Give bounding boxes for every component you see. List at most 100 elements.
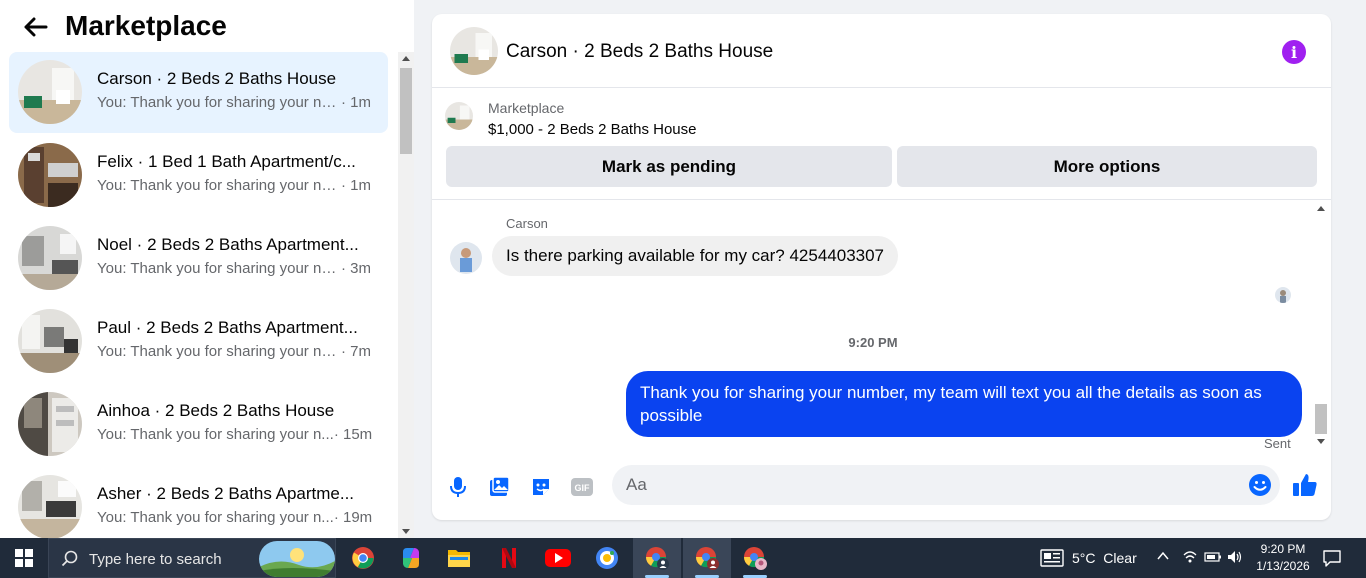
conversation-name: Paul · 2 Beds 2 Baths Apartment... [97,318,358,337]
listing-avatar [18,143,82,207]
preview-text: You: Thank you for sharing your nu... [97,94,341,111]
chat-panel: Carson · 2 Beds 2 Baths House i Marketpl… [432,14,1331,520]
preview-text: You: Thank you for sharing your nu... [97,343,341,360]
news-icon [1040,549,1064,567]
message-input-container [612,465,1280,505]
listing-avatar [18,60,82,124]
scrollbar-thumb[interactable] [400,68,412,154]
conversation-item-ainhoa[interactable]: Ainhoa · 2 Beds 2 Baths House You: Thank… [9,384,388,465]
preview-text: You: Thank you for sharing your nu... [97,177,341,194]
conversation-name: Carson · 2 Beds 2 Baths House [97,69,337,88]
conversation-preview: You: Thank you for sharing your nu... · 1… [97,177,371,194]
outgoing-message-bubble[interactable]: Thank you for sharing your number, my te… [626,371,1302,437]
image-icon[interactable] [486,474,512,500]
conversation-preview: You: Thank you for sharing your nu... · 3… [97,260,371,277]
arrow-left-icon [24,17,48,37]
scroll-up-arrow-icon[interactable] [402,56,410,61]
youtube-icon[interactable] [534,538,582,578]
microphone-icon[interactable] [445,474,471,500]
clock-date: 1/13/2026 [1256,559,1310,573]
wifi-icon[interactable] [1182,549,1198,568]
sidebar-header: Marketplace [0,0,414,52]
conversation-name: Ainhoa · 2 Beds 2 Baths House [97,401,335,420]
preview-time: · 3m [341,260,371,277]
more-options-button[interactable]: More options [897,146,1317,187]
netflix-icon[interactable] [485,538,533,578]
read-receipt-avatar [1275,287,1291,303]
listing-avatar [18,309,82,373]
message-input[interactable] [626,465,1226,505]
sender-name: Carson [506,216,548,231]
svg-text:GIF: GIF [575,483,591,493]
preview-time: · 7m [341,343,371,360]
copilot-icon[interactable] [387,538,435,578]
preview-time: · 1m [341,94,371,111]
listing-label: Marketplace [488,100,565,116]
listing-thumbnail[interactable] [445,102,473,130]
chrome-icon[interactable] [339,538,387,578]
emoji-icon[interactable] [1248,473,1272,497]
preview-text: You: Thank you for sharing your n... [97,426,334,443]
notification-icon[interactable] [1322,548,1342,568]
conversation-item-paul[interactable]: Paul · 2 Beds 2 Baths Apartment... You: … [9,301,388,382]
taskbar-search-box[interactable]: Type here to search [48,538,336,578]
conversation-name: Noel · 2 Beds 2 Baths Apartment... [97,235,359,254]
chrome-profile-1-icon[interactable] [633,538,681,578]
incoming-message-bubble[interactable]: Is there parking available for my car? 4… [492,236,899,276]
conversation-name: Felix · 1 Bed 1 Bath Apartment/c... [97,152,356,171]
preview-time: · 15m [333,426,373,443]
listing-description[interactable]: $1,000 - 2 Beds 2 Baths House [488,121,696,138]
conversation-list: Carson · 2 Beds 2 Baths House You: Thank… [0,52,398,538]
search-placeholder: Type here to search [89,551,222,568]
back-button[interactable] [22,12,50,42]
info-icon[interactable]: i [1282,40,1306,64]
chat-listing-avatar[interactable] [450,27,498,75]
search-highlight-image[interactable] [259,541,335,577]
chat-header: Carson · 2 Beds 2 Baths House i [432,14,1331,88]
google-lens-icon[interactable] [583,538,631,578]
scrollbar-thumb[interactable] [1315,404,1327,434]
conversation-item-noel[interactable]: Noel · 2 Beds 2 Baths Apartment... You: … [9,218,388,299]
volume-icon[interactable] [1226,549,1244,568]
conversation-preview: You: Thank you for sharing your n...· 15… [97,426,372,443]
gif-icon[interactable]: GIF [569,474,595,500]
sent-status: Sent [1264,436,1291,451]
sidebar-title: Marketplace [65,10,227,41]
system-clock[interactable]: 9:20 PM 1/13/2026 [1250,541,1316,575]
chevron-up-icon[interactable] [1156,549,1170,566]
conversation-preview: You: Thank you for sharing your n...· 19… [97,509,372,526]
preview-time: · 1m [341,177,371,194]
chrome-profile-2-icon[interactable] [683,538,731,578]
windows-taskbar: Type here to search 5°C Clear 9:20 PM 1/… [0,538,1366,578]
sender-avatar[interactable] [450,242,482,274]
scroll-up-arrow-icon[interactable] [1317,206,1325,211]
scroll-down-arrow-icon[interactable] [1317,439,1325,444]
conversation-preview: You: Thank you for sharing your nu... · 7… [97,343,371,360]
conversation-item-asher[interactable]: Asher · 2 Beds 2 Baths Apartme... You: T… [9,467,388,538]
preview-text: You: Thank you for sharing your n... [97,509,334,526]
scroll-down-arrow-icon[interactable] [402,529,410,534]
message-thread: Carson Is there parking available for my… [432,200,1331,452]
preview-text: You: Thank you for sharing your nu... [97,260,341,277]
file-explorer-icon[interactable] [435,538,483,578]
chrome-profile-3-icon[interactable] [731,538,779,578]
chat-title[interactable]: Carson · 2 Beds 2 Baths House [506,41,773,63]
conversation-preview: You: Thank you for sharing your nu... · 1… [97,94,371,111]
weather-widget[interactable]: 5°C Clear [1040,538,1137,578]
conversation-item-carson[interactable]: Carson · 2 Beds 2 Baths House You: Thank… [9,52,388,133]
windows-start-button[interactable] [0,538,48,578]
windows-logo-icon [15,549,33,567]
mark-as-pending-button[interactable]: Mark as pending [446,146,892,187]
message-composer: GIF [432,452,1331,520]
chat-scrollbar[interactable] [1313,200,1329,452]
thumbs-up-icon[interactable] [1292,472,1318,498]
message-timestamp: 9:20 PM [848,335,898,350]
preview-time: · 19m [333,509,373,526]
clock-time: 9:20 PM [1260,542,1306,556]
battery-icon[interactable] [1204,549,1222,568]
sticker-icon[interactable] [528,474,554,500]
sidebar-scrollbar[interactable] [398,52,414,538]
weather-text: 5°C Clear [1072,550,1137,566]
conversation-item-felix[interactable]: Felix · 1 Bed 1 Bath Apartment/c... You:… [9,135,388,216]
conversation-name: Asher · 2 Beds 2 Baths Apartme... [97,484,355,503]
